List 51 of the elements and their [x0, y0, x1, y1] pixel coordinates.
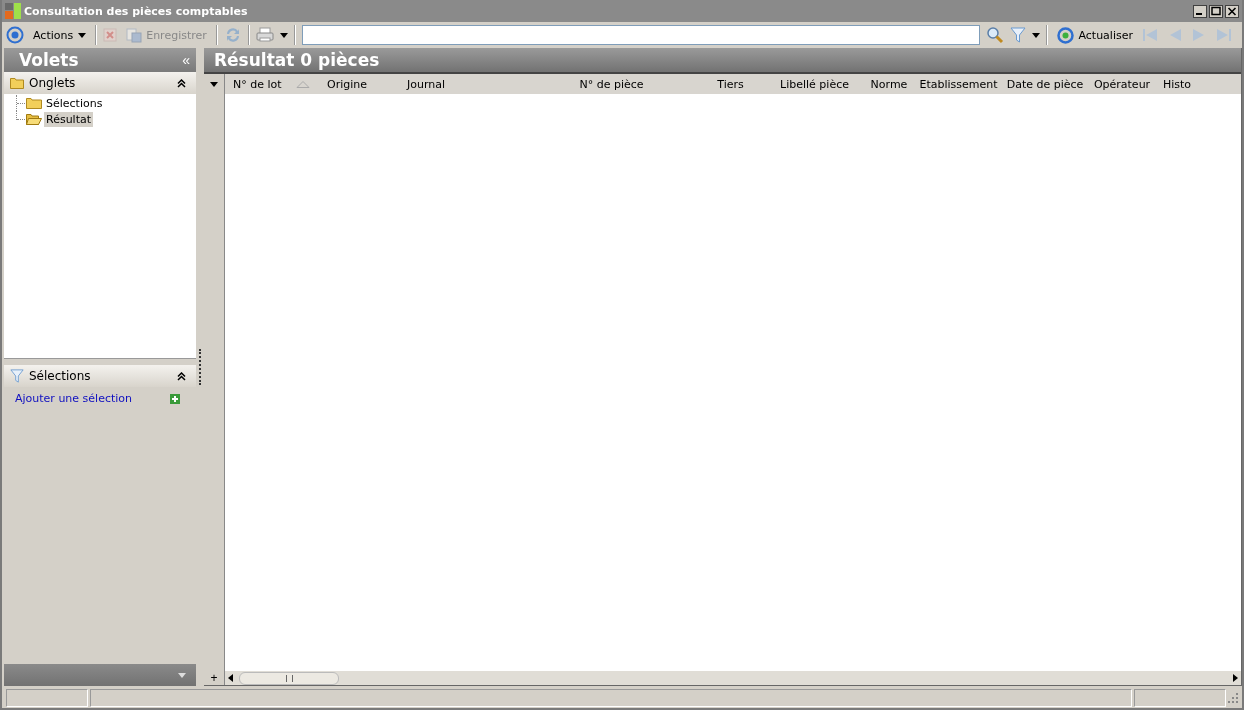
printer-icon[interactable] [255, 27, 274, 43]
section-title: Sélections [29, 369, 92, 383]
panel-title: Volets [19, 50, 79, 70]
actions-button[interactable]: Actions [30, 26, 90, 44]
column-header[interactable]: Libellé pièce [767, 74, 862, 94]
section-title: Onglets [29, 76, 77, 90]
maximize-button[interactable] [1209, 4, 1223, 18]
column-header[interactable]: Histo [1155, 74, 1229, 94]
tree-item[interactable]: Sélections [44, 95, 105, 111]
tree-item[interactable]: Résultat [44, 111, 94, 127]
add-icon[interactable] [170, 393, 180, 404]
horizontal-scrollbar[interactable] [225, 671, 1241, 685]
result-title: Résultat 0 pièces [214, 50, 380, 70]
add-selection-link[interactable]: Ajouter une sélection [15, 392, 133, 405]
sort-icon [295, 80, 310, 88]
splitter-handle[interactable] [199, 349, 201, 385]
column-header[interactable]: Journal [399, 74, 529, 94]
search-field[interactable] [301, 25, 981, 45]
section-header[interactable]: Sélections [4, 365, 196, 387]
filter-icon[interactable] [1010, 27, 1027, 43]
column-header[interactable]: Origine [319, 74, 399, 94]
caret-icon[interactable] [210, 81, 218, 87]
caret-icon[interactable] [1032, 32, 1041, 38]
search-icon[interactable] [986, 26, 1005, 44]
caret-icon[interactable] [279, 32, 288, 38]
open-folder-icon [26, 113, 42, 125]
collapse-chevron-icon[interactable] [177, 78, 186, 88]
app-icon [5, 3, 21, 19]
caret-icon [78, 32, 87, 38]
column-header[interactable]: Date de pièce [1001, 74, 1089, 94]
scroll-thumb[interactable] [239, 671, 339, 685]
column-header[interactable]: Opérateur [1089, 74, 1155, 94]
minimize-button[interactable] [1193, 4, 1207, 18]
folder-icon [26, 97, 42, 109]
close-button[interactable] [1225, 4, 1239, 18]
collapse-chevron-icon[interactable] [177, 371, 186, 381]
column-header[interactable]: Norme [862, 74, 916, 94]
window-title: Consultation des pièces comptables [24, 4, 248, 18]
resize-grip-icon[interactable] [1228, 693, 1238, 703]
column-header[interactable]: Tiers [694, 74, 767, 94]
filter-icon [10, 369, 24, 383]
column-header[interactable]: N° de pièce [529, 74, 694, 94]
document-icon [126, 27, 143, 43]
refresh-button[interactable]: Actualiser [1054, 24, 1136, 46]
column-header[interactable]: Etablissement [916, 74, 1001, 94]
column-header[interactable]: N° de lot [225, 74, 319, 94]
refresh-icon [1057, 26, 1075, 44]
target-icon[interactable] [6, 26, 24, 44]
collapse-button[interactable]: « [182, 52, 190, 68]
section-header[interactable]: Onglets [4, 72, 196, 94]
folder-icon [10, 77, 24, 89]
